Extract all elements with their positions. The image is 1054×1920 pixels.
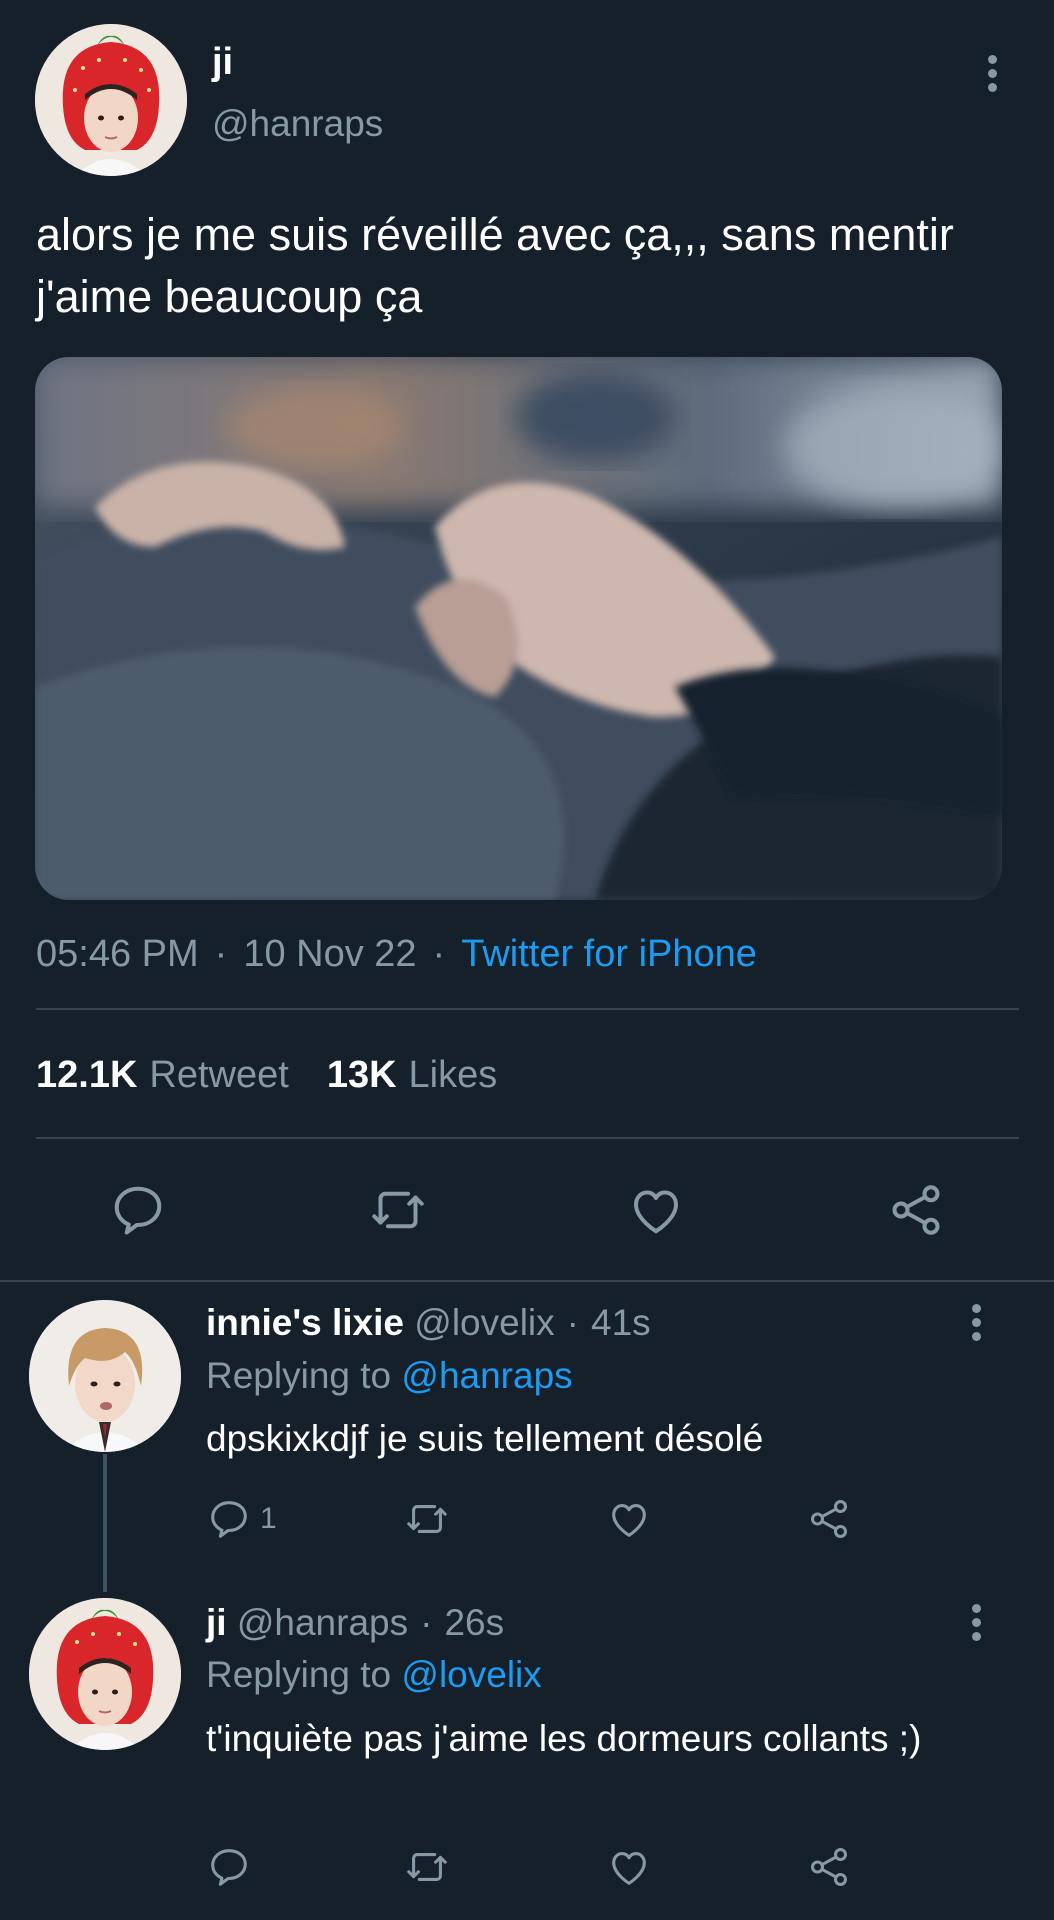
retweet-count: 12.1K [36, 1054, 138, 1096]
tweet-text: alors je me suis réveillé avec ça,,, san… [36, 209, 954, 322]
replying-to-line: Replying to @hanraps [206, 1353, 573, 1399]
heart-icon [634, 1190, 678, 1234]
header-separator: · [420, 1602, 433, 1643]
reply-more-options-button[interactable] [962, 1598, 992, 1648]
meta-separator: · [214, 933, 228, 975]
reply-time: 41s [591, 1302, 651, 1343]
author-display-name[interactable]: ji [212, 40, 233, 84]
comment-icon [211, 1501, 247, 1538]
reply-reply-button[interactable]: 1 [206, 1496, 277, 1542]
meta-separator: · [432, 933, 446, 975]
tweet-source-link[interactable]: Twitter for iPhone [461, 933, 757, 975]
share-icon [810, 1500, 848, 1538]
reply-share-button[interactable] [806, 1844, 852, 1890]
like-stat[interactable]: 13K Likes [327, 1054, 497, 1096]
replying-to-prefix: Replying to [206, 1654, 392, 1695]
thread-connector-line [103, 1454, 107, 1592]
divider [36, 1137, 1019, 1139]
retweet-icon [407, 1505, 447, 1533]
replying-to-prefix: Replying to [206, 1355, 392, 1396]
reply-display-name[interactable]: ji [206, 1602, 227, 1643]
share-icon [892, 1185, 940, 1235]
tweet-time: 05:46 PM [36, 933, 199, 975]
heart-icon [612, 1852, 646, 1885]
header-separator: · [566, 1302, 579, 1343]
reply-share-button[interactable] [806, 1496, 852, 1542]
tweet-date: 10 Nov 22 [243, 933, 417, 975]
reply-more-options-button[interactable] [962, 1298, 992, 1348]
reply-text: dpskixkdjf je suis tellement désolé [206, 1418, 764, 1459]
reply-header: innie's lixie @lovelix · 41s [206, 1300, 651, 1346]
author-handle[interactable]: @hanraps [212, 102, 383, 146]
retweet-label: Retweet [149, 1054, 289, 1096]
retweet-button[interactable] [368, 1180, 428, 1240]
replying-to-mention[interactable]: @hanraps [401, 1355, 572, 1396]
reply-handle[interactable]: @hanraps [237, 1602, 408, 1643]
comment-icon [114, 1186, 162, 1235]
replying-to-mention[interactable]: @lovelix [401, 1654, 541, 1695]
reply-button[interactable] [108, 1180, 168, 1240]
retweet-icon [372, 1191, 424, 1229]
replying-to-line: Replying to @lovelix [206, 1652, 542, 1698]
reply-author-avatar[interactable] [29, 1598, 181, 1750]
reply-time: 26s [444, 1602, 505, 1643]
reply-count: 1 [260, 1502, 277, 1535]
tweet-more-options-button[interactable] [978, 49, 1008, 99]
reply-retweet-button[interactable] [404, 1496, 450, 1542]
reply-like-button[interactable] [606, 1496, 652, 1542]
like-count: 13K [326, 1054, 397, 1096]
share-button[interactable] [886, 1180, 946, 1240]
retweet-stat[interactable]: 12.1K Retweet [36, 1054, 289, 1096]
reply-text: t'inquiète pas j'aime les dormeurs colla… [206, 1718, 922, 1759]
reply-header: ji @hanraps · 26s [206, 1600, 504, 1646]
reply-retweet-button[interactable] [404, 1844, 450, 1890]
reply-like-button[interactable] [606, 1844, 652, 1890]
reply-handle[interactable]: @lovelix [414, 1302, 554, 1343]
divider [36, 1008, 1019, 1010]
tweet-detail-page: ji @hanraps alors je me suis réveillé av… [0, 0, 1054, 1920]
comment-icon [211, 1849, 247, 1886]
heart-icon [612, 1504, 646, 1537]
author-avatar[interactable] [35, 24, 187, 176]
tweet-metadata: 05:46 PM · 10 Nov 22 · Twitter for iPhone [36, 929, 757, 979]
share-icon [810, 1848, 848, 1886]
reply-display-name[interactable]: innie's lixie [206, 1302, 404, 1343]
like-label: Likes [408, 1054, 498, 1096]
tweet-stats: 12.1K Retweet 13K Likes [36, 1050, 497, 1100]
retweet-icon [407, 1853, 447, 1881]
divider [0, 1280, 1054, 1282]
like-button[interactable] [626, 1180, 686, 1240]
reply-reply-button[interactable] [206, 1844, 252, 1890]
reply-author-avatar[interactable] [29, 1300, 181, 1452]
tweet-media-image[interactable] [35, 357, 1002, 900]
